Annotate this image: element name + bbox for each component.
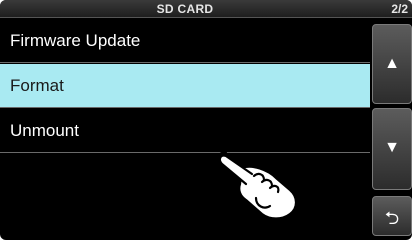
menu-list: Firmware Update Format Unmount xyxy=(0,19,370,240)
tap-hand-icon xyxy=(214,150,298,220)
back-button[interactable]: ⮌ xyxy=(372,196,412,236)
title-bar: SD CARD 2/2 xyxy=(0,0,412,18)
screen-title: SD CARD xyxy=(156,2,214,16)
page-indicator: 2/2 xyxy=(391,2,408,16)
menu-item-firmware-update[interactable]: Firmware Update xyxy=(0,19,370,63)
menu-item-format[interactable]: Format xyxy=(0,64,370,108)
menu-item-label: Unmount xyxy=(10,121,79,140)
triangle-down-icon: ▼ xyxy=(384,139,400,156)
scroll-down-button[interactable]: ▼ xyxy=(372,108,412,190)
sd-card-screen: SD CARD 2/2 Firmware Update Format Unmou… xyxy=(0,0,412,240)
return-arrow-icon: ⮌ xyxy=(384,208,400,228)
menu-item-unmount[interactable]: Unmount xyxy=(0,109,370,153)
triangle-up-icon: ▲ xyxy=(384,55,400,72)
side-controls: ▲ ▼ ⮌ xyxy=(372,24,412,240)
scroll-up-button[interactable]: ▲ xyxy=(372,24,412,104)
menu-item-empty xyxy=(0,154,370,198)
menu-item-label: Format xyxy=(10,76,64,95)
menu-item-label: Firmware Update xyxy=(10,31,141,50)
